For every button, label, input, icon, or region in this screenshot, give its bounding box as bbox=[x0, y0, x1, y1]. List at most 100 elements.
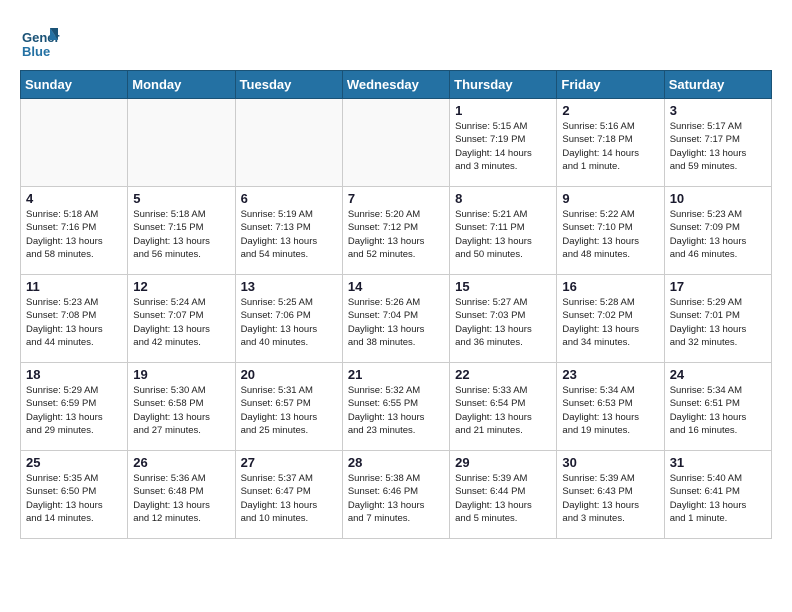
calendar-day-cell: 14Sunrise: 5:26 AM Sunset: 7:04 PM Dayli… bbox=[342, 275, 449, 363]
calendar-day-cell bbox=[128, 99, 235, 187]
calendar-day-cell: 9 Sunrise: 5:22 AM Sunset: 7:10 PM Daylig… bbox=[557, 187, 664, 275]
calendar-week-row: 11 Sunrise: 5:23 AM Sunset: 7:08 PM Dayli… bbox=[21, 275, 772, 363]
calendar-day-cell: 26Sunrise: 5:36 AM Sunset: 6:48 PM Dayli… bbox=[128, 451, 235, 539]
calendar-day-cell: 28 Sunrise: 5:38 AM Sunset: 6:46 PM Dayli… bbox=[342, 451, 449, 539]
calendar-day-cell: 12 Sunrise: 5:24 AM Sunset: 7:07 PM Dayli… bbox=[128, 275, 235, 363]
day-number: 22 bbox=[455, 367, 551, 382]
calendar-day-cell: 15 Sunrise: 5:27 AM Sunset: 7:03 PM Dayli… bbox=[450, 275, 557, 363]
day-number: 3 bbox=[670, 103, 766, 118]
day-number: 23 bbox=[562, 367, 658, 382]
day-number: 14 bbox=[348, 279, 444, 294]
day-info: Sunrise: 5:20 AM Sunset: 7:12 PM Dayligh… bbox=[348, 208, 444, 261]
svg-text:Blue: Blue bbox=[22, 44, 50, 59]
day-number: 20 bbox=[241, 367, 337, 382]
calendar-day-cell: 23 Sunrise: 5:34 AM Sunset: 6:53 PM Dayli… bbox=[557, 363, 664, 451]
day-number: 28 bbox=[348, 455, 444, 470]
logo-icon: General Blue bbox=[20, 20, 60, 60]
calendar-day-cell: 30 Sunrise: 5:39 AM Sunset: 6:43 PM Dayli… bbox=[557, 451, 664, 539]
day-info: Sunrise: 5:23 AM Sunset: 7:09 PM Dayligh… bbox=[670, 208, 766, 261]
calendar-week-row: 18 Sunrise: 5:29 AM Sunset: 6:59 PM Dayli… bbox=[21, 363, 772, 451]
day-info: Sunrise: 5:22 AM Sunset: 7:10 PM Dayligh… bbox=[562, 208, 658, 261]
calendar-day-cell: 22 Sunrise: 5:33 AM Sunset: 6:54 PM Dayli… bbox=[450, 363, 557, 451]
page-header: General Blue bbox=[20, 20, 772, 60]
calendar-day-cell: 7 Sunrise: 5:20 AM Sunset: 7:12 PM Daylig… bbox=[342, 187, 449, 275]
weekday-header-cell: Thursday bbox=[450, 71, 557, 99]
day-info: Sunrise: 5:35 AM Sunset: 6:50 PM Dayligh… bbox=[26, 472, 122, 525]
day-info: Sunrise: 5:16 AM Sunset: 7:18 PM Dayligh… bbox=[562, 120, 658, 173]
day-info: Sunrise: 5:24 AM Sunset: 7:07 PM Dayligh… bbox=[133, 296, 229, 349]
calendar-day-cell: 19 Sunrise: 5:30 AM Sunset: 6:58 PM Dayli… bbox=[128, 363, 235, 451]
day-number: 10 bbox=[670, 191, 766, 206]
day-info: Sunrise: 5:38 AM Sunset: 6:46 PM Dayligh… bbox=[348, 472, 444, 525]
calendar-day-cell: 16 Sunrise: 5:28 AM Sunset: 7:02 PM Dayli… bbox=[557, 275, 664, 363]
day-info: Sunrise: 5:27 AM Sunset: 7:03 PM Dayligh… bbox=[455, 296, 551, 349]
calendar-day-cell: 3Sunrise: 5:17 AM Sunset: 7:17 PM Daylig… bbox=[664, 99, 771, 187]
day-number: 8 bbox=[455, 191, 551, 206]
day-number: 29 bbox=[455, 455, 551, 470]
calendar-day-cell: 24Sunrise: 5:34 AM Sunset: 6:51 PM Dayli… bbox=[664, 363, 771, 451]
day-number: 25 bbox=[26, 455, 122, 470]
day-number: 31 bbox=[670, 455, 766, 470]
day-info: Sunrise: 5:29 AM Sunset: 6:59 PM Dayligh… bbox=[26, 384, 122, 437]
calendar-day-cell: 31 Sunrise: 5:40 AM Sunset: 6:41 PM Dayli… bbox=[664, 451, 771, 539]
calendar-day-cell: 6 Sunrise: 5:19 AM Sunset: 7:13 PM Daylig… bbox=[235, 187, 342, 275]
calendar-day-cell: 17Sunrise: 5:29 AM Sunset: 7:01 PM Dayli… bbox=[664, 275, 771, 363]
day-number: 9 bbox=[562, 191, 658, 206]
calendar-day-cell: 2 Sunrise: 5:16 AM Sunset: 7:18 PM Daylig… bbox=[557, 99, 664, 187]
calendar-day-cell: 13 Sunrise: 5:25 AM Sunset: 7:06 PM Dayli… bbox=[235, 275, 342, 363]
day-number: 5 bbox=[133, 191, 229, 206]
calendar-day-cell: 1 Sunrise: 5:15 AM Sunset: 7:19 PM Daylig… bbox=[450, 99, 557, 187]
day-number: 27 bbox=[241, 455, 337, 470]
day-info: Sunrise: 5:34 AM Sunset: 6:53 PM Dayligh… bbox=[562, 384, 658, 437]
calendar-day-cell: 27 Sunrise: 5:37 AM Sunset: 6:47 PM Dayli… bbox=[235, 451, 342, 539]
day-info: Sunrise: 5:23 AM Sunset: 7:08 PM Dayligh… bbox=[26, 296, 122, 349]
day-number: 19 bbox=[133, 367, 229, 382]
day-number: 13 bbox=[241, 279, 337, 294]
day-number: 11 bbox=[26, 279, 122, 294]
day-number: 12 bbox=[133, 279, 229, 294]
day-info: Sunrise: 5:39 AM Sunset: 6:43 PM Dayligh… bbox=[562, 472, 658, 525]
weekday-header-cell: Tuesday bbox=[235, 71, 342, 99]
day-info: Sunrise: 5:15 AM Sunset: 7:19 PM Dayligh… bbox=[455, 120, 551, 173]
calendar-table: SundayMondayTuesdayWednesdayThursdayFrid… bbox=[20, 70, 772, 539]
day-number: 18 bbox=[26, 367, 122, 382]
weekday-header-cell: Wednesday bbox=[342, 71, 449, 99]
calendar-day-cell: 8Sunrise: 5:21 AM Sunset: 7:11 PM Daylig… bbox=[450, 187, 557, 275]
calendar-week-row: 1 Sunrise: 5:15 AM Sunset: 7:19 PM Daylig… bbox=[21, 99, 772, 187]
day-number: 16 bbox=[562, 279, 658, 294]
day-number: 1 bbox=[455, 103, 551, 118]
day-number: 2 bbox=[562, 103, 658, 118]
day-number: 15 bbox=[455, 279, 551, 294]
calendar-day-cell bbox=[342, 99, 449, 187]
day-info: Sunrise: 5:18 AM Sunset: 7:15 PM Dayligh… bbox=[133, 208, 229, 261]
day-info: Sunrise: 5:28 AM Sunset: 7:02 PM Dayligh… bbox=[562, 296, 658, 349]
day-number: 7 bbox=[348, 191, 444, 206]
day-number: 6 bbox=[241, 191, 337, 206]
calendar-day-cell: 18 Sunrise: 5:29 AM Sunset: 6:59 PM Dayli… bbox=[21, 363, 128, 451]
day-info: Sunrise: 5:40 AM Sunset: 6:41 PM Dayligh… bbox=[670, 472, 766, 525]
calendar-body: 1 Sunrise: 5:15 AM Sunset: 7:19 PM Daylig… bbox=[21, 99, 772, 539]
calendar-day-cell: 10 Sunrise: 5:23 AM Sunset: 7:09 PM Dayli… bbox=[664, 187, 771, 275]
day-info: Sunrise: 5:29 AM Sunset: 7:01 PM Dayligh… bbox=[670, 296, 766, 349]
day-info: Sunrise: 5:31 AM Sunset: 6:57 PM Dayligh… bbox=[241, 384, 337, 437]
calendar-week-row: 4 Sunrise: 5:18 AM Sunset: 7:16 PM Daylig… bbox=[21, 187, 772, 275]
calendar-day-cell: 21 Sunrise: 5:32 AM Sunset: 6:55 PM Dayli… bbox=[342, 363, 449, 451]
day-info: Sunrise: 5:25 AM Sunset: 7:06 PM Dayligh… bbox=[241, 296, 337, 349]
day-number: 4 bbox=[26, 191, 122, 206]
weekday-header-cell: Sunday bbox=[21, 71, 128, 99]
calendar-day-cell: 20 Sunrise: 5:31 AM Sunset: 6:57 PM Dayli… bbox=[235, 363, 342, 451]
day-number: 26 bbox=[133, 455, 229, 470]
day-number: 21 bbox=[348, 367, 444, 382]
calendar-day-cell: 4 Sunrise: 5:18 AM Sunset: 7:16 PM Daylig… bbox=[21, 187, 128, 275]
weekday-header-cell: Saturday bbox=[664, 71, 771, 99]
calendar-day-cell: 25 Sunrise: 5:35 AM Sunset: 6:50 PM Dayli… bbox=[21, 451, 128, 539]
day-info: Sunrise: 5:33 AM Sunset: 6:54 PM Dayligh… bbox=[455, 384, 551, 437]
calendar-day-cell: 5 Sunrise: 5:18 AM Sunset: 7:15 PM Daylig… bbox=[128, 187, 235, 275]
day-info: Sunrise: 5:30 AM Sunset: 6:58 PM Dayligh… bbox=[133, 384, 229, 437]
day-info: Sunrise: 5:19 AM Sunset: 7:13 PM Dayligh… bbox=[241, 208, 337, 261]
day-info: Sunrise: 5:34 AM Sunset: 6:51 PM Dayligh… bbox=[670, 384, 766, 437]
day-number: 30 bbox=[562, 455, 658, 470]
day-info: Sunrise: 5:37 AM Sunset: 6:47 PM Dayligh… bbox=[241, 472, 337, 525]
day-info: Sunrise: 5:18 AM Sunset: 7:16 PM Dayligh… bbox=[26, 208, 122, 261]
day-info: Sunrise: 5:32 AM Sunset: 6:55 PM Dayligh… bbox=[348, 384, 444, 437]
